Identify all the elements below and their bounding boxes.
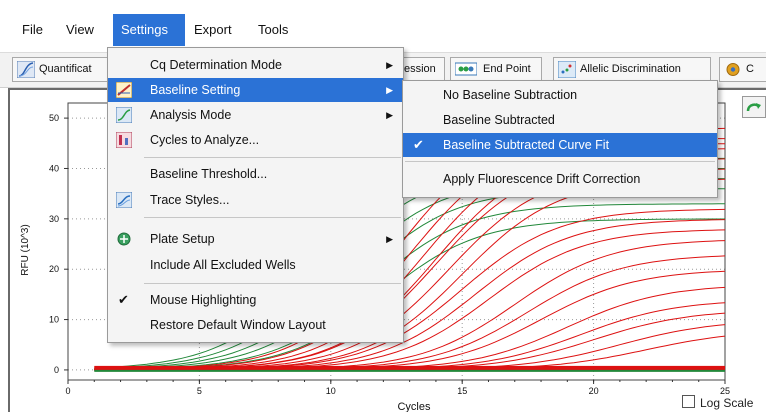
log-scale-label: Log Scale	[700, 396, 754, 410]
menu-item-cq-determination-mode[interactable]: Cq Determination Mode ▶	[108, 53, 403, 77]
cycles-icon	[115, 131, 133, 149]
log-scale-checkbox[interactable]	[682, 395, 695, 408]
y-tick-label: 40	[49, 163, 59, 173]
menu-item-no-baseline-subtraction[interactable]: No Baseline Subtraction	[403, 83, 717, 107]
menu-separator	[144, 217, 401, 218]
menu-item-restore-default-window-layout[interactable]: Restore Default Window Layout	[108, 313, 403, 337]
submenu-arrow-icon: ▶	[386, 60, 393, 70]
x-tick-label: 20	[589, 386, 599, 396]
menu-item-include-all-excluded-wells[interactable]: Include All Excluded Wells	[108, 253, 403, 277]
menu-item-baseline-subtracted[interactable]: Baseline Subtracted	[403, 108, 717, 132]
analysis-mode-icon	[115, 106, 133, 124]
menu-item-baseline-setting[interactable]: Baseline Setting ▶	[108, 78, 403, 102]
checkmark-icon: ✔	[413, 137, 424, 152]
menu-separator	[405, 161, 715, 162]
menu-item-analysis-mode[interactable]: Analysis Mode ▶	[108, 103, 403, 127]
menu-item-baseline-subtracted-curve-fit[interactable]: ✔ Baseline Subtracted Curve Fit	[403, 133, 717, 157]
menu-separator	[144, 283, 401, 284]
x-tick-label: 0	[65, 386, 70, 396]
y-tick-label: 10	[49, 315, 59, 325]
y-tick-label: 50	[49, 113, 59, 123]
settings-menu: Cq Determination Mode ▶ Baseline Setting…	[107, 47, 404, 343]
baseline-setting-icon	[115, 81, 133, 99]
x-tick-label: 5	[197, 386, 202, 396]
y-tick-label: 20	[49, 264, 59, 274]
menu-item-trace-styles[interactable]: Trace Styles...	[108, 188, 403, 212]
submenu-arrow-icon: ▶	[386, 234, 393, 244]
checkmark-icon: ✔	[118, 292, 129, 307]
baseline-setting-submenu: No Baseline Subtraction Baseline Subtrac…	[402, 80, 718, 198]
y-axis-label: RFU (10^3)	[20, 224, 31, 275]
plate-setup-icon	[116, 231, 132, 247]
y-tick-label: 30	[49, 214, 59, 224]
menu-item-mouse-highlighting[interactable]: ✔ Mouse Highlighting	[108, 288, 403, 312]
x-tick-label: 15	[457, 386, 467, 396]
x-tick-label: 10	[326, 386, 336, 396]
menu-item-plate-setup[interactable]: Plate Setup ▶	[108, 227, 403, 251]
y-tick-label: 0	[54, 365, 59, 375]
submenu-arrow-icon: ▶	[386, 110, 393, 120]
log-scale-toggle[interactable]: Log Scale	[682, 395, 753, 410]
menu-separator	[144, 157, 401, 158]
trace-styles-icon	[115, 191, 133, 209]
x-axis-label: Cycles	[397, 401, 431, 412]
menu-item-cycles-to-analyze[interactable]: Cycles to Analyze...	[108, 128, 403, 152]
menu-item-baseline-threshold[interactable]: Baseline Threshold...	[108, 162, 403, 186]
menu-item-apply-fluorescence-drift-correction[interactable]: Apply Fluorescence Drift Correction	[403, 167, 717, 191]
submenu-arrow-icon: ▶	[386, 85, 393, 95]
